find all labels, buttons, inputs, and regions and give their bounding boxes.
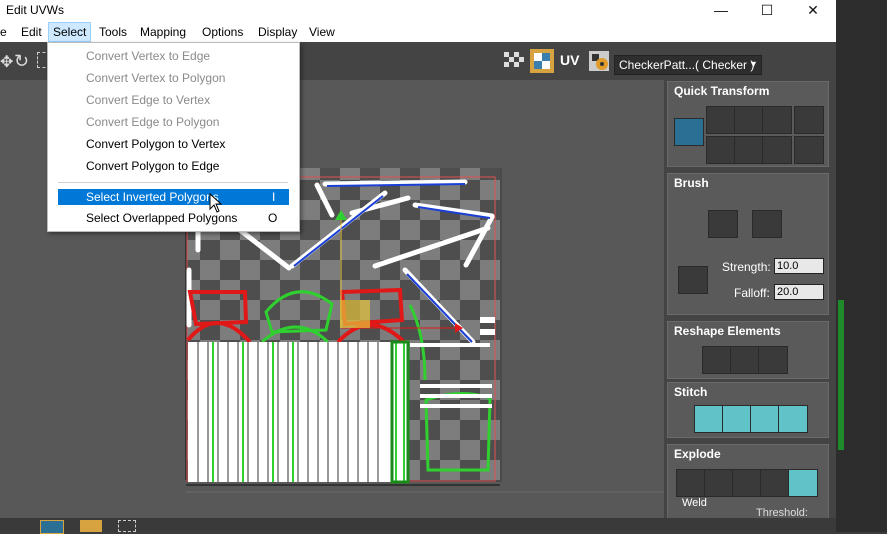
menu-item-shortcut: I [272, 190, 276, 204]
weld-selected-icon[interactable] [788, 469, 818, 497]
falloff-field[interactable] [774, 284, 824, 300]
stitch-custom-icon[interactable] [694, 405, 724, 433]
rollout-quick-transform: Quick Transform [667, 81, 829, 167]
side-panel: Quick Transform Brush Strength: Falloff:… [664, 80, 836, 520]
menu-item-convert-polygon-to-vertex[interactable]: Convert Polygon to Vertex [86, 137, 225, 151]
align-to-edge-icon[interactable] [734, 136, 764, 164]
paint-move-icon[interactable] [708, 210, 738, 238]
texture-dropdown[interactable]: CheckerPatt...( Checker ) ▼ [614, 55, 762, 75]
rollout-stitch: Stitch [667, 382, 829, 438]
straighten-icon[interactable] [702, 346, 732, 374]
rollout-title[interactable]: Stitch [674, 385, 707, 399]
close-button[interactable]: ✕ [790, 0, 836, 22]
space-options-icon[interactable] [794, 136, 824, 164]
rollout-title[interactable]: Brush [674, 176, 709, 190]
align-options-icon[interactable] [794, 106, 824, 134]
weld-label: Weld [682, 497, 707, 509]
stitch-average-icon[interactable] [750, 405, 780, 433]
brush-line-icon[interactable] [678, 266, 708, 294]
menu-bar: e Edit Select Tools Mapping Options Disp… [0, 22, 836, 42]
chevron-down-icon: ▼ [749, 59, 758, 69]
settings-icon[interactable] [587, 49, 611, 73]
menu-item-convert-edge-to-polygon: Convert Edge to Polygon [86, 115, 220, 129]
detach-edge-icon[interactable] [704, 469, 734, 497]
menu-item-convert-polygon-to-edge[interactable]: Convert Polygon to Edge [86, 159, 219, 173]
break-icon[interactable] [676, 469, 706, 497]
menu-item-convert-vertex-to-edge: Convert Vertex to Edge [86, 49, 211, 63]
menu-display[interactable]: Display [255, 25, 300, 39]
menu-view[interactable]: View [306, 25, 338, 39]
rollout-brush: Brush Strength: Falloff: [667, 173, 829, 315]
rotate-ccw-icon[interactable] [762, 136, 792, 164]
menu-separator [58, 182, 288, 183]
stitch-source-icon[interactable] [778, 405, 808, 433]
align-vertical-icon[interactable] [706, 136, 736, 164]
rollout-reshape-elements: Reshape Elements [667, 321, 829, 379]
menu-item-select-overlapped-polygons[interactable]: Select Overlapped Polygons [86, 211, 237, 225]
menu-item-shortcut: O [268, 211, 278, 225]
relax-cube-icon[interactable] [730, 346, 760, 374]
rotate-cw-icon[interactable] [762, 106, 792, 134]
pivot-icon[interactable] [674, 118, 704, 146]
menu-item-convert-edge-to-vertex: Convert Edge to Vertex [86, 93, 211, 107]
menu-edit[interactable]: Edit [18, 25, 45, 39]
align-horizontal-icon[interactable] [706, 106, 736, 134]
strength-label: Strength: [722, 260, 771, 274]
menu-select[interactable]: Select [47, 22, 92, 42]
flatten-icon[interactable] [760, 469, 790, 497]
menu-item-convert-vertex-to-polygon: Convert Vertex to Polygon [86, 71, 226, 85]
explode-icon[interactable] [732, 469, 762, 497]
title-bar: Edit UVWs — ☐ ✕ [0, 0, 836, 22]
space-vertical-icon[interactable] [734, 106, 764, 134]
move-icon[interactable]: ✥ [0, 52, 13, 72]
falloff-label: Falloff: [734, 286, 770, 300]
select-menu-dropdown: Convert Vertex to Edge Convert Vertex to… [47, 42, 300, 232]
rollout-explode: Explode Weld Threshold: [667, 444, 829, 520]
bottom-toolbar [0, 518, 836, 534]
menu-options[interactable]: Options [199, 25, 246, 39]
rollout-title[interactable]: Explode [674, 447, 721, 461]
uv-label[interactable]: UV [560, 52, 579, 68]
window-title: Edit UVWs [6, 3, 65, 17]
show-map-icon[interactable] [530, 49, 554, 73]
background-object [838, 300, 844, 450]
strength-field[interactable] [774, 258, 824, 274]
relax-brush-icon[interactable] [752, 210, 782, 238]
texture-dropdown-value: CheckerPatt...( Checker ) [619, 58, 755, 72]
marquee-icon[interactable] [118, 520, 136, 532]
relax-options-icon[interactable] [758, 346, 788, 374]
maximize-button[interactable]: ☐ [744, 0, 790, 22]
rotate-icon[interactable]: ↻ [14, 51, 29, 72]
rollout-title[interactable]: Quick Transform [674, 84, 769, 98]
element-mode-icon[interactable] [80, 520, 102, 532]
menu-item-select-inverted-polygons[interactable]: Select Inverted Polygons I [58, 189, 289, 205]
menu-file[interactable]: e [0, 25, 10, 39]
menu-tools[interactable]: Tools [96, 25, 130, 39]
menu-mapping[interactable]: Mapping [137, 25, 189, 39]
checker-grid-icon[interactable] [502, 50, 526, 72]
desktop-background [836, 0, 887, 532]
minimize-button[interactable]: — [698, 0, 744, 22]
mouse-cursor-icon [209, 193, 223, 213]
menu-item-label: Select Inverted Polygons [86, 190, 219, 204]
rollout-title[interactable]: Reshape Elements [674, 324, 781, 338]
stitch-target-icon[interactable] [722, 405, 752, 433]
